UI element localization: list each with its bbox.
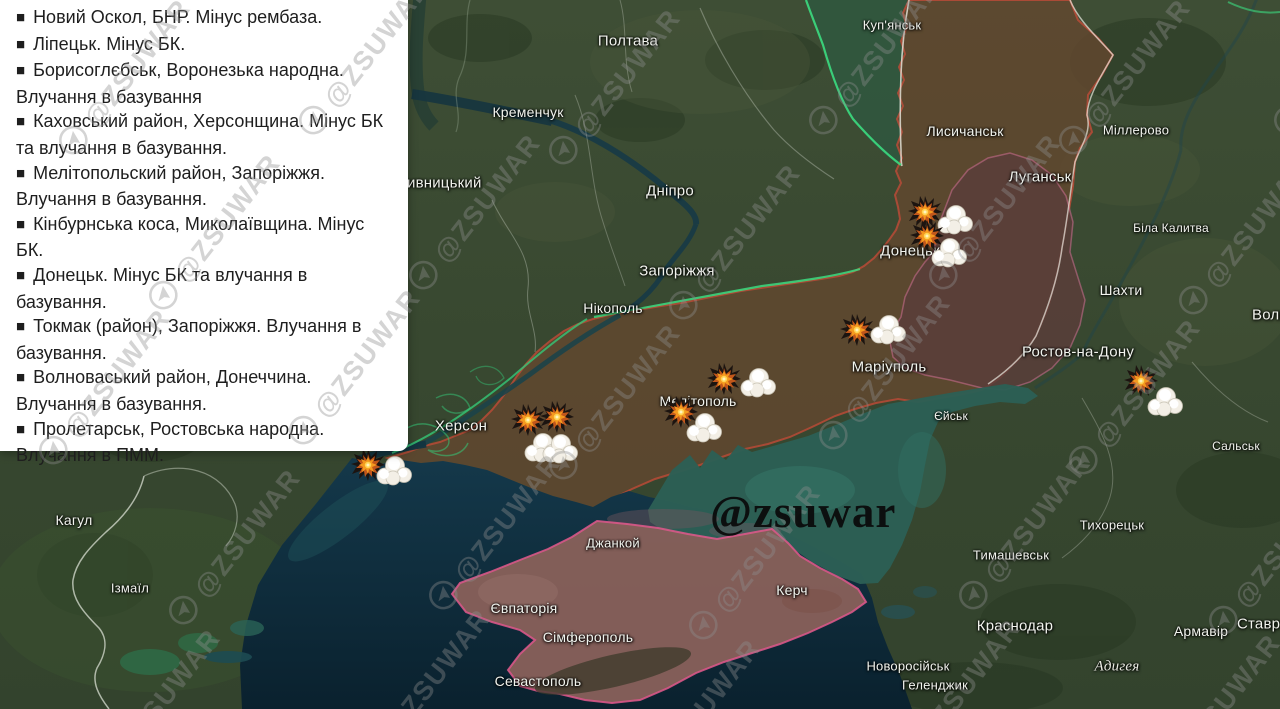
map-label: Новоросійськ: [866, 659, 949, 674]
map-label: Нікополь: [583, 300, 642, 316]
map-label: Краснодар: [977, 618, 1053, 635]
bullet-square-icon: ■: [16, 267, 25, 284]
report-item: ■ Ліпецьк. Мінус БК.: [16, 32, 392, 59]
report-item: ■Борисоглєбськ, Воронезька народна. Влуч…: [16, 58, 392, 109]
report-item: ■Волноваський район, Донеччина. Влучання…: [16, 365, 392, 416]
report-item: ■Мелітопольский район, Запоріжжя. Влучан…: [16, 161, 392, 212]
map-label: Джанкой: [586, 536, 640, 551]
map-label: Керч: [776, 582, 808, 598]
map-label: Дніпро: [646, 183, 694, 200]
azov-shallows: [745, 466, 855, 514]
bullet-square-icon: ■: [16, 62, 25, 79]
report-item-text: Токмак (район), Запоріжжя. Влучання в ба…: [16, 316, 361, 363]
map-label: Маріуполь: [852, 359, 927, 376]
report-item: ■Пролетарськ, Ростовська народна. Влучан…: [16, 417, 392, 468]
report-item: ■Токмак (район), Запоріжжя. Влучання в б…: [16, 314, 392, 365]
report-item-text: Борисоглєбськ, Воронезька народна. Влуча…: [16, 60, 344, 107]
bullet-square-icon: ■: [16, 369, 25, 386]
map-label: Шахти: [1100, 282, 1143, 298]
report-item: ■ Новий Оскол, БНР. Мінус рембаза.: [16, 5, 392, 32]
bullet-square-icon: ■: [16, 216, 25, 233]
report-item-text: Мелітопольский район, Запоріжжя. Влучанн…: [16, 163, 325, 210]
map-label: Херсон: [435, 418, 487, 435]
map-label: Полтава: [598, 33, 658, 50]
report-item-text: Каховський район, Херсонщина. Мінус БК т…: [16, 111, 383, 158]
report-item-text: Кінбурнська коса, Миколаївщина. Мінус БК…: [16, 214, 364, 261]
map-label: Донецьк: [880, 243, 940, 260]
map-label: Ставро: [1237, 616, 1280, 633]
map-label: Сальськ: [1212, 439, 1260, 453]
war-map: Полтава Куп'янськ Кременчук Лисичанськ Мілле…: [0, 0, 1280, 709]
map-label: Кагул: [56, 512, 93, 528]
map-label: Сімферополь: [543, 629, 633, 645]
map-label: Куп'янськ: [863, 18, 922, 33]
map-label: Мелітополь: [660, 393, 737, 409]
map-label: Єйськ: [934, 409, 968, 423]
strike-report-panel: ■ Новий Оскол, БНР. Мінус рембаза. ■ Ліпець…: [0, 0, 408, 451]
bullet-square-icon: ■: [16, 421, 25, 438]
map-label: Севастополь: [495, 673, 582, 689]
map-label: Ізмаїл: [111, 581, 149, 596]
report-item: ■Кінбурнська коса, Миколаївщина. Мінус Б…: [16, 212, 392, 263]
report-item-text: Донецьк. Мінус БК та влучання в базуванн…: [16, 265, 307, 312]
map-label: Тихорецьк: [1080, 518, 1144, 533]
map-label: Запоріжжя: [639, 263, 715, 280]
bullet-square-icon: ■: [16, 36, 25, 53]
map-label: Ростов-на-Дону: [1022, 344, 1134, 361]
map-label: Геленджик: [902, 678, 968, 693]
report-item: ■Каховський район, Херсонщина. Мінус БК …: [16, 109, 392, 160]
report-item-text: Новий Оскол, БНР. Мінус рембаза.: [33, 7, 322, 27]
map-label: Армавір: [1174, 623, 1228, 639]
map-label: Кременчук: [492, 104, 563, 120]
map-label: Біла Калитва: [1133, 221, 1209, 235]
bullet-square-icon: ■: [16, 318, 25, 335]
map-label: Луганськ: [1009, 169, 1072, 186]
bullet-square-icon: ■: [16, 165, 25, 182]
map-label: Адигея: [1095, 659, 1140, 676]
map-label: ивницький: [407, 175, 482, 192]
map-label: Лисичанськ: [926, 123, 1003, 139]
map-label: Волг: [1252, 307, 1280, 324]
report-item-text: Волноваський район, Донеччина. Влучання …: [16, 367, 311, 414]
azov-shallows-2: [898, 432, 946, 508]
bullet-square-icon: ■: [16, 9, 25, 26]
map-label: Міллерово: [1103, 123, 1169, 138]
bullet-square-icon: ■: [16, 113, 25, 130]
report-item-text: Пролетарськ, Ростовська народна. Влучанн…: [16, 419, 324, 466]
report-item-text: Ліпецьк. Мінус БК.: [33, 34, 185, 54]
report-item: ■Донецьк. Мінус БК та влучання в базуван…: [16, 263, 392, 314]
map-label: Євпаторія: [491, 600, 558, 616]
map-label: Тимашевськ: [973, 548, 1049, 563]
